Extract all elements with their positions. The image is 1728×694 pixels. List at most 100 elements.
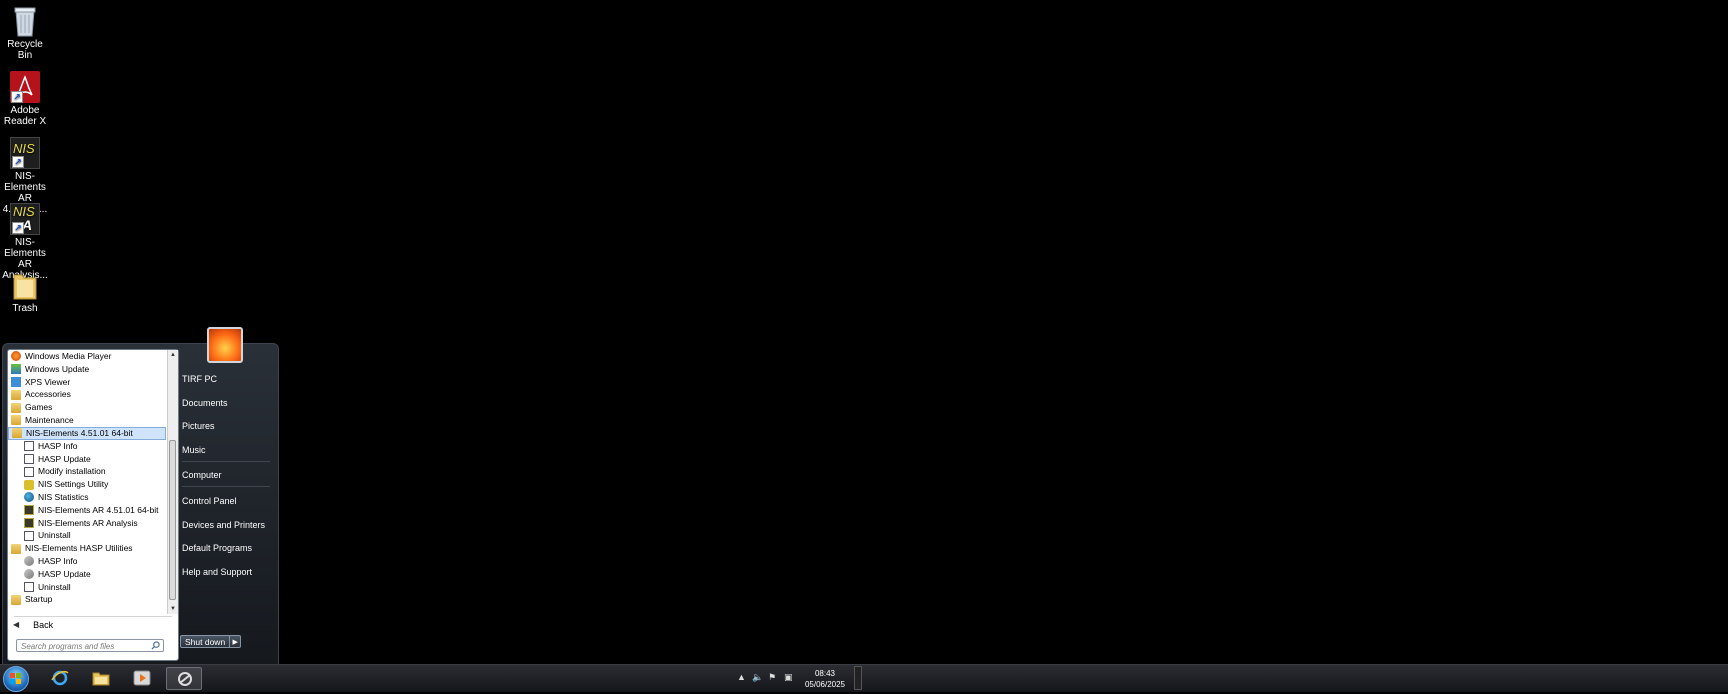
key-icon <box>24 556 34 567</box>
program-label: HASP Update <box>38 568 91 579</box>
media-player-icon <box>133 670 151 686</box>
nis-elements-icon: NIS ↗ <box>10 137 40 169</box>
program-label: HASP Info <box>38 555 78 566</box>
user-account-picture[interactable] <box>207 327 243 363</box>
search-icon[interactable] <box>151 641 160 650</box>
shortcut-arrow-icon: ↗ <box>12 222 24 234</box>
show-desktop-button[interactable] <box>854 666 862 690</box>
program-list-item[interactable]: HASP Update <box>8 453 166 466</box>
program-label: NIS Statistics <box>38 491 89 502</box>
folder-icon <box>11 594 21 605</box>
volume-icon[interactable]: 🔈 <box>752 672 763 683</box>
search-input[interactable]: Search programs and files <box>16 639 164 652</box>
app-icon <box>24 441 34 452</box>
program-list-item[interactable]: HASP Info <box>8 555 166 568</box>
program-list-item[interactable]: NIS Settings Utility <box>8 478 166 491</box>
program-label: Games <box>25 402 53 413</box>
shutdown-button[interactable]: Shut down ▶ <box>180 635 242 648</box>
folder-icon <box>11 415 21 426</box>
program-list-item[interactable]: Windows Media Player <box>8 350 166 363</box>
key-icon <box>24 569 34 580</box>
action-center-flag-icon[interactable]: ⚑ <box>768 672 776 683</box>
program-list-item[interactable]: NIS-Elements AR Analysis <box>8 517 166 530</box>
recycle-bin-icon <box>10 5 40 37</box>
program-list-item[interactable]: Maintenance <box>8 414 166 427</box>
taskbar-internet-explorer[interactable] <box>42 667 78 690</box>
program-list-item[interactable]: Uninstall <box>8 529 166 542</box>
desktop-icon-trash[interactable]: Trash <box>0 269 50 314</box>
program-list-item[interactable]: NIS-Elements HASP Utilities <box>8 542 166 555</box>
right-item-user-folder[interactable]: TIRF PC <box>182 374 217 384</box>
search-placeholder: Search programs and files <box>21 642 115 651</box>
clock-date: 05/06/2025 <box>804 680 846 689</box>
gear-icon <box>24 479 34 490</box>
xps-viewer-icon <box>11 376 21 387</box>
windows-logo-icon <box>10 673 21 684</box>
program-label: Modify installation <box>38 466 106 477</box>
right-item-music[interactable]: Music <box>182 445 206 455</box>
program-list-item[interactable]: Uninstall <box>8 581 166 594</box>
clock-time: 08:43 <box>814 669 836 678</box>
desktop-icon-adobe-reader[interactable]: ↗ Adobe Reader X <box>0 71 50 127</box>
shortcut-arrow-icon: ↗ <box>12 156 24 168</box>
active-app-icon <box>178 672 192 686</box>
program-list-item[interactable]: Startup <box>8 593 166 606</box>
internet-explorer-icon <box>51 670 69 686</box>
file-explorer-icon <box>92 672 110 686</box>
program-list-item[interactable]: Accessories <box>8 388 166 401</box>
folder-icon <box>12 428 22 439</box>
program-label: HASP Update <box>38 453 91 464</box>
media-player-icon <box>11 351 21 362</box>
program-list-item[interactable]: Modify installation <box>8 465 166 478</box>
divider <box>182 486 270 487</box>
program-label: Uninstall <box>38 530 71 541</box>
program-label: HASP Info <box>38 440 78 451</box>
right-item-devices-printers[interactable]: Devices and Printers <box>182 520 265 530</box>
right-item-documents[interactable]: Documents <box>182 398 228 408</box>
taskbar-active-app[interactable] <box>166 667 202 690</box>
nis-icon <box>24 517 34 528</box>
program-list-item[interactable]: HASP Update <box>8 568 166 581</box>
program-list-item[interactable]: NIS-Elements AR 4.51.01 64-bit <box>8 504 166 517</box>
network-icon[interactable]: ▣ <box>784 672 793 683</box>
back-label: Back <box>33 620 54 630</box>
scroll-down-icon[interactable]: ▼ <box>168 604 178 614</box>
programs-scrollbar[interactable]: ▲ ▼ <box>167 350 178 614</box>
program-label: NIS-Elements AR 4.51.01 64-bit <box>38 504 159 515</box>
right-item-computer[interactable]: Computer <box>182 470 222 480</box>
app-icon <box>24 453 34 464</box>
start-button[interactable] <box>3 666 29 692</box>
right-item-help-support[interactable]: Help and Support <box>182 567 252 577</box>
program-label: Windows Media Player <box>25 351 112 361</box>
scroll-thumb[interactable] <box>169 440 176 600</box>
shutdown-options-arrow-icon[interactable]: ▶ <box>229 636 240 647</box>
taskbar-file-explorer[interactable] <box>83 667 119 690</box>
program-list-item[interactable]: NIS-Elements 4.51.01 64-bit <box>8 426 166 440</box>
scroll-up-icon[interactable]: ▲ <box>168 350 178 360</box>
program-label: Accessories <box>25 389 71 400</box>
program-list-item[interactable]: HASP Info <box>8 440 166 453</box>
desktop-icon-recycle-bin[interactable]: Recycle Bin <box>0 5 50 61</box>
right-item-pictures[interactable]: Pictures <box>182 421 215 431</box>
back-arrow-icon: ◀ <box>13 620 20 629</box>
nis-elements-analysis-icon: NIS A ↗ <box>10 203 40 235</box>
shortcut-arrow-icon: ↗ <box>11 91 23 103</box>
app-icon <box>24 581 34 592</box>
desktop-icon-label: Adobe Reader X <box>3 105 47 127</box>
show-hidden-icons-icon[interactable]: ▲ <box>737 672 746 682</box>
back-button[interactable]: ◀ Back <box>13 618 53 632</box>
program-list-item[interactable]: NIS Statistics <box>8 491 166 504</box>
taskbar-clock[interactable]: 08:43 05/06/2025 <box>800 668 850 690</box>
right-item-default-programs[interactable]: Default Programs <box>182 543 252 553</box>
desktop-icon-label: Trash <box>12 303 38 314</box>
program-list-item[interactable]: Games <box>8 401 166 414</box>
nis-logo-text: NIS <box>13 141 35 156</box>
program-list-item[interactable]: Windows Update <box>8 363 166 376</box>
right-item-control-panel[interactable]: Control Panel <box>182 496 237 506</box>
nis-logo-text: NIS <box>13 204 35 219</box>
taskbar-media-player[interactable] <box>124 667 160 690</box>
program-label: Maintenance <box>25 414 74 425</box>
program-label: Windows Update <box>25 363 90 374</box>
program-list-item[interactable]: XPS Viewer <box>8 376 166 389</box>
divider <box>182 461 270 462</box>
